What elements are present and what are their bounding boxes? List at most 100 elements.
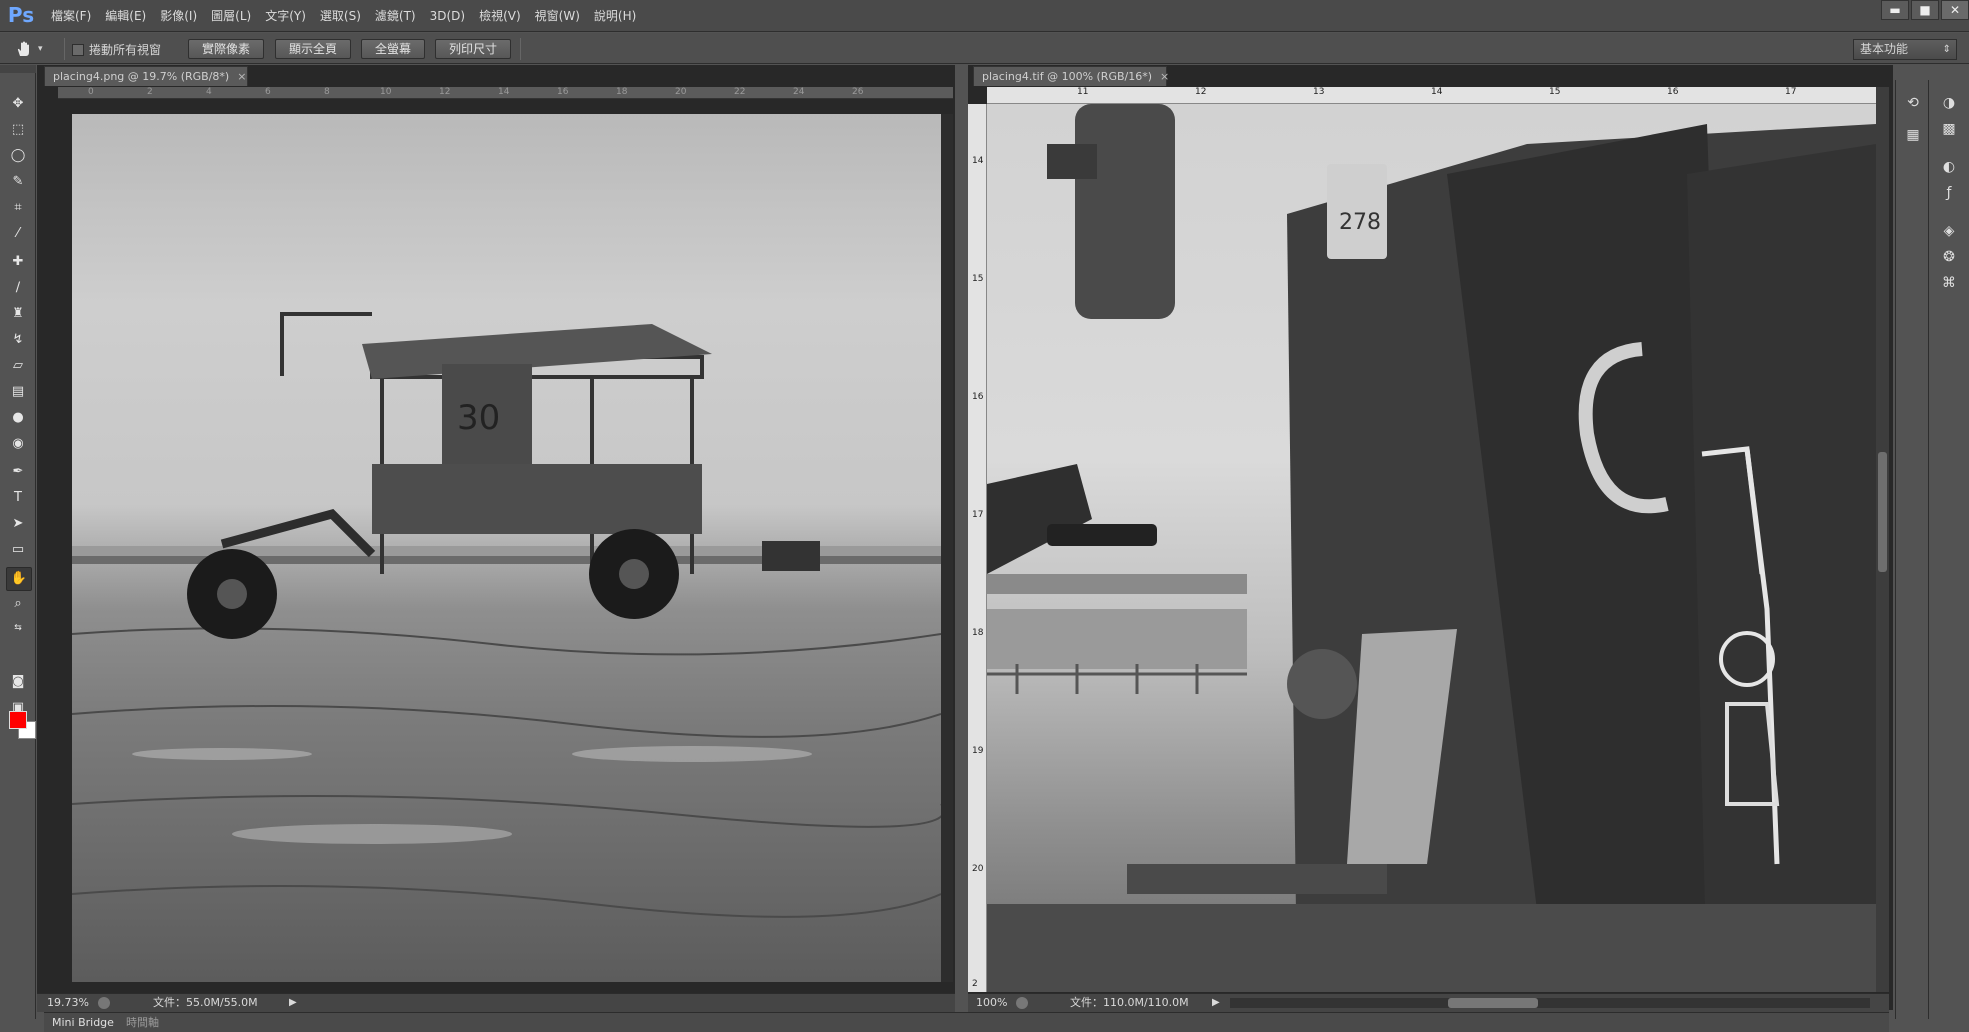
document-tab-1[interactable]: placing4.png @ 19.7% (RGB/8*) × <box>44 66 248 86</box>
marquee-icon[interactable]: ⬚ <box>6 119 30 141</box>
horizontal-ruler-1[interactable]: 0 2 4 6 8 10 12 14 16 18 20 22 24 26 <box>58 87 953 99</box>
workspace-switcher[interactable]: 基本功能 ⇕ <box>1853 39 1957 60</box>
paths-panel-icon[interactable]: ⌘ <box>1938 272 1960 294</box>
fit-screen-button[interactable]: 顯示全頁 <box>275 39 351 59</box>
actual-pixels-button[interactable]: 實際像素 <box>188 39 264 59</box>
eyedropper-icon[interactable]: ⁄ <box>6 223 30 245</box>
layers-panel-icon[interactable]: ◈ <box>1938 220 1960 242</box>
maximize-button[interactable]: ■ <box>1911 0 1939 20</box>
vertical-scrollbar-1[interactable] <box>941 114 953 982</box>
menu-type[interactable]: 文字(Y) <box>258 0 313 32</box>
hand-icon[interactable]: ✋ <box>6 567 32 591</box>
ruler-tick: 13 <box>1313 87 1325 97</box>
quick-mask-icon[interactable]: ◙ <box>6 671 30 693</box>
panel-grip[interactable] <box>0 65 36 73</box>
gradient-icon[interactable]: ▤ <box>6 381 30 403</box>
menu-select[interactable]: 選取(S) <box>313 0 368 32</box>
color-panel-icon[interactable]: ◑ <box>1938 92 1960 114</box>
tab-mini-bridge[interactable]: Mini Bridge <box>46 1015 120 1032</box>
file-size-info: 文件：55.0M/55.0M <box>153 996 258 1009</box>
history-panel-icon[interactable]: ⟲ <box>1902 92 1924 114</box>
canvas-photo-1[interactable]: 30 <box>72 114 941 982</box>
ruler-tick: 10 <box>380 87 392 97</box>
ruler-tick: 20 <box>675 87 687 97</box>
menu-image[interactable]: 影像(I) <box>153 0 204 32</box>
document-tab-title: placing4.png @ 19.7% (RGB/8*) <box>53 70 230 83</box>
vertical-ruler-2[interactable]: 14 15 16 17 18 19 20 2 <box>968 104 987 992</box>
eraser-icon[interactable]: ▱ <box>6 355 30 377</box>
brush-icon[interactable]: ∕ <box>6 277 30 299</box>
vertical-scrollbar-2[interactable] <box>1876 87 1889 992</box>
tool-preset-picker[interactable]: ▾ <box>14 38 60 60</box>
foreground-color-swatch[interactable] <box>9 711 27 729</box>
ruler-tick: 18 <box>972 628 984 638</box>
horizontal-ruler-2[interactable]: 11 12 13 14 15 16 17 <box>987 87 1876 104</box>
options-bar: ▾ 捲動所有視窗 實際像素 顯示全頁 全螢幕 列印尺寸 基本功能 ⇕ <box>0 33 1969 64</box>
menu-file[interactable]: 檔案(F) <box>44 0 98 32</box>
swatches-panel-icon[interactable]: ▩ <box>1938 118 1960 140</box>
zoom-level[interactable]: 100% <box>976 994 1007 1012</box>
ruler-tick: 16 <box>1667 87 1679 97</box>
minimize-button[interactable]: ▬ <box>1881 0 1909 20</box>
scroll-all-checkbox[interactable] <box>72 43 84 56</box>
menu-window[interactable]: 視窗(W) <box>528 0 587 32</box>
pen-icon[interactable]: ✒ <box>6 461 30 483</box>
document-info-icon[interactable] <box>1016 997 1028 1009</box>
ruler-tick: 18 <box>616 87 628 97</box>
scroll-all-windows-option[interactable]: 捲動所有視窗 <box>72 41 161 58</box>
tab-timeline[interactable]: 時間軸 <box>120 1015 165 1032</box>
close-icon[interactable]: × <box>237 70 246 83</box>
quick-select-icon[interactable]: ✎ <box>6 171 30 193</box>
path-select-icon[interactable]: ➤ <box>6 513 30 535</box>
close-icon[interactable]: × <box>1160 70 1169 83</box>
status-bar-2: 100% 文件：110.0M/110.0M ▶ <box>968 993 1889 1012</box>
menu-list: 檔案(F) 編輯(E) 影像(I) 圖層(L) 文字(Y) 選取(S) 濾鏡(T… <box>44 0 643 32</box>
ruler-tick: 16 <box>972 392 984 402</box>
healing-brush-icon[interactable]: ✚ <box>6 251 30 273</box>
scrollbar-thumb[interactable] <box>1448 998 1538 1008</box>
canvas-photo-2[interactable]: 278 <box>987 104 1876 992</box>
ruler-tick: 16 <box>557 87 569 97</box>
print-size-button[interactable]: 列印尺寸 <box>435 39 511 59</box>
document-info-icon[interactable] <box>98 997 110 1009</box>
photoshop-logo: Ps <box>7 3 35 27</box>
menu-filter[interactable]: 濾鏡(T) <box>368 0 423 32</box>
crop-icon[interactable]: ⌗ <box>6 197 30 219</box>
clone-stamp-icon[interactable]: ♜ <box>6 303 30 325</box>
ruler-tick: 19 <box>972 746 984 756</box>
menu-view[interactable]: 檢視(V) <box>472 0 528 32</box>
menu-bar: Ps 檔案(F) 編輯(E) 影像(I) 圖層(L) 文字(Y) 選取(S) 濾… <box>0 0 1969 32</box>
document-tab-title: placing4.tif @ 100% (RGB/16*) <box>982 70 1153 83</box>
ruler-tick: 15 <box>972 274 984 284</box>
menu-help[interactable]: 說明(H) <box>587 0 643 32</box>
dodge-icon[interactable]: ◉ <box>6 433 30 455</box>
channels-panel-icon[interactable]: ❂ <box>1938 246 1960 268</box>
history-brush-icon[interactable]: ↯ <box>6 329 30 351</box>
ruler-tick: 26 <box>852 87 864 97</box>
zoom-icon[interactable]: ⌕ <box>6 593 30 615</box>
rectangle-icon[interactable]: ▭ <box>6 539 30 561</box>
scrollbar-thumb[interactable] <box>1878 452 1887 572</box>
status-menu-arrow-icon[interactable]: ▶ <box>289 994 297 1012</box>
fill-screen-button[interactable]: 全螢幕 <box>361 39 425 59</box>
styles-panel-icon[interactable]: ƒ <box>1938 182 1960 204</box>
menu-3d[interactable]: 3D(D) <box>423 0 472 32</box>
adjustments-panel-icon[interactable]: ◐ <box>1938 156 1960 178</box>
ruler-tick: 20 <box>972 864 984 874</box>
horizontal-scrollbar[interactable] <box>1230 998 1870 1008</box>
blur-icon[interactable]: ● <box>6 407 30 429</box>
zoom-level[interactable]: 19.73% <box>47 994 89 1012</box>
ruler-tick: 17 <box>972 510 984 520</box>
ruler-tick: 24 <box>793 87 805 97</box>
ruler-tick: 14 <box>972 156 984 166</box>
properties-panel-icon[interactable]: ▦ <box>1902 124 1924 146</box>
move-icon[interactable]: ✥ <box>6 93 30 115</box>
document-tab-2[interactable]: placing4.tif @ 100% (RGB/16*) × <box>973 66 1169 86</box>
menu-layer[interactable]: 圖層(L) <box>204 0 258 32</box>
swap-colors-icon[interactable]: ⇆ <box>6 621 30 635</box>
menu-edit[interactable]: 編輯(E) <box>98 0 153 32</box>
close-button[interactable]: ✕ <box>1941 0 1969 20</box>
status-menu-arrow-icon[interactable]: ▶ <box>1212 994 1220 1012</box>
lasso-icon[interactable]: ◯ <box>6 145 30 167</box>
type-icon[interactable]: T <box>6 487 30 509</box>
